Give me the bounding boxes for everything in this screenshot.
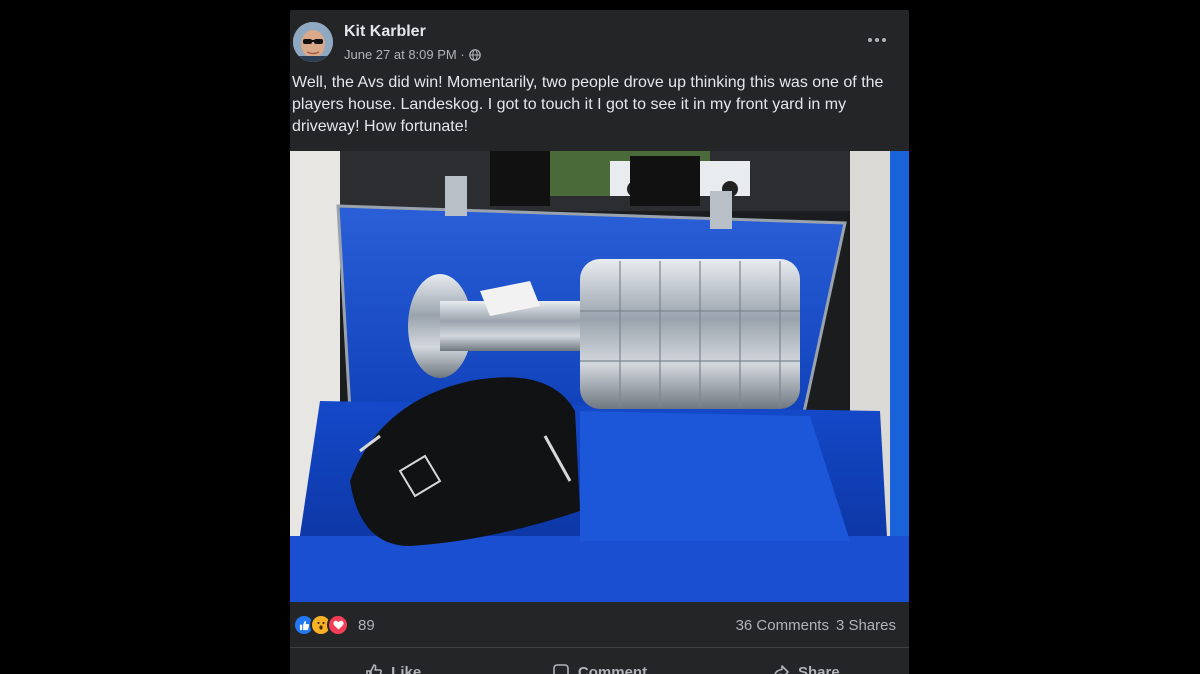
author-name[interactable]: Kit Karbler	[344, 23, 426, 41]
photo-trophy-case	[290, 151, 909, 602]
comment-icon	[553, 664, 569, 674]
globe-icon	[468, 48, 481, 61]
more-options-icon	[868, 38, 886, 42]
comment-label: Comment	[577, 663, 648, 674]
more-options-button[interactable]	[865, 28, 889, 52]
like-button[interactable]: Like	[290, 657, 496, 674]
action-bar: Like Comment Share	[290, 657, 909, 674]
post-timestamp[interactable]: June 27 at 8:09 PM ·	[344, 47, 465, 62]
thumbs-up-icon	[366, 664, 383, 674]
share-button[interactable]: Share	[703, 657, 909, 674]
share-label: Share	[797, 663, 840, 674]
avatar-image	[293, 22, 333, 62]
post-card: Kit Karbler June 27 at 8:09 PM · Well, t…	[290, 10, 909, 674]
post-text: Well, the Avs did win! Momentarily, two …	[292, 74, 884, 135]
post-stats: 36 Comments 3 Shares	[736, 617, 896, 634]
divider	[290, 647, 909, 648]
like-label: Like	[391, 663, 422, 674]
share-arrow-icon	[774, 665, 789, 674]
comment-button[interactable]: Comment	[496, 657, 702, 674]
reaction-count: 89	[358, 616, 375, 634]
love-reaction-icon	[327, 614, 349, 636]
shares-count-link[interactable]: 3 Shares	[836, 617, 896, 634]
avatar[interactable]	[293, 22, 333, 62]
reactions-summary[interactable]: 89	[293, 614, 375, 636]
post-meta: June 27 at 8:09 PM ·	[344, 47, 481, 62]
post-photo[interactable]	[290, 151, 909, 602]
page-background: Kit Karbler June 27 at 8:09 PM · Well, t…	[0, 0, 1200, 674]
comments-count-link[interactable]: 36 Comments	[736, 617, 829, 634]
